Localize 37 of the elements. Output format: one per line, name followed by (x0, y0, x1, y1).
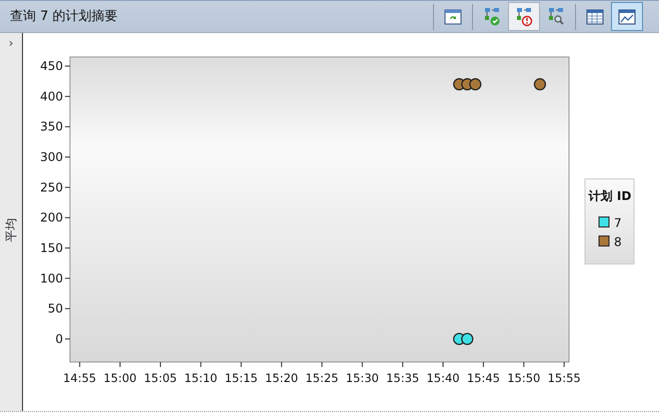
x-tick-label: 15:05 (144, 371, 177, 385)
x-tick-label: 15:45 (466, 371, 500, 385)
x-tick-label: 14:55 (63, 371, 96, 385)
x-tick-label: 15:15 (224, 371, 258, 385)
y-tick-label: 0 (55, 332, 63, 346)
x-tick-label: 15:30 (346, 371, 379, 385)
y-tick-label: 50 (48, 302, 63, 316)
y-tick-label: 350 (40, 120, 63, 134)
legend-title: 计划 ID (588, 189, 632, 203)
x-tick-label: 15:10 (184, 371, 218, 385)
x-tick-label: 15:50 (507, 371, 540, 385)
legend-label: 7 (614, 216, 622, 230)
line-chart-icon (617, 6, 637, 26)
expand-toggle[interactable]: › (8, 37, 14, 49)
flowchart-alert-button[interactable] (508, 2, 540, 31)
flowchart-alert-icon (514, 6, 534, 26)
window-title: 查询 7 的计划摘要 (9, 8, 119, 26)
y-axis-label: 平均 (3, 218, 19, 242)
y-tick-label: 450 (40, 59, 63, 74)
x-tick-label: 15:55 (548, 371, 581, 385)
refresh-icon (443, 6, 463, 26)
flowchart-ok-icon (482, 6, 502, 26)
y-tick-label: 150 (40, 241, 63, 255)
x-tick-label: 15:25 (305, 371, 338, 385)
legend-label: 8 (614, 235, 622, 249)
x-tick-label: 15:20 (264, 371, 298, 385)
y-tick-label: 400 (40, 89, 63, 104)
x-tick-label: 15:40 (426, 371, 460, 385)
line-chart-button[interactable] (611, 2, 643, 31)
y-tick-label: 100 (40, 271, 63, 286)
y-tick-label: 200 (40, 210, 63, 225)
y-tick-label: 300 (40, 150, 63, 164)
flowchart-search-icon (546, 6, 566, 26)
x-tick-label: 15:00 (103, 371, 137, 385)
table-icon (585, 6, 605, 26)
x-tick-label: 15:35 (386, 371, 420, 385)
y-tick-label: 250 (40, 180, 63, 194)
